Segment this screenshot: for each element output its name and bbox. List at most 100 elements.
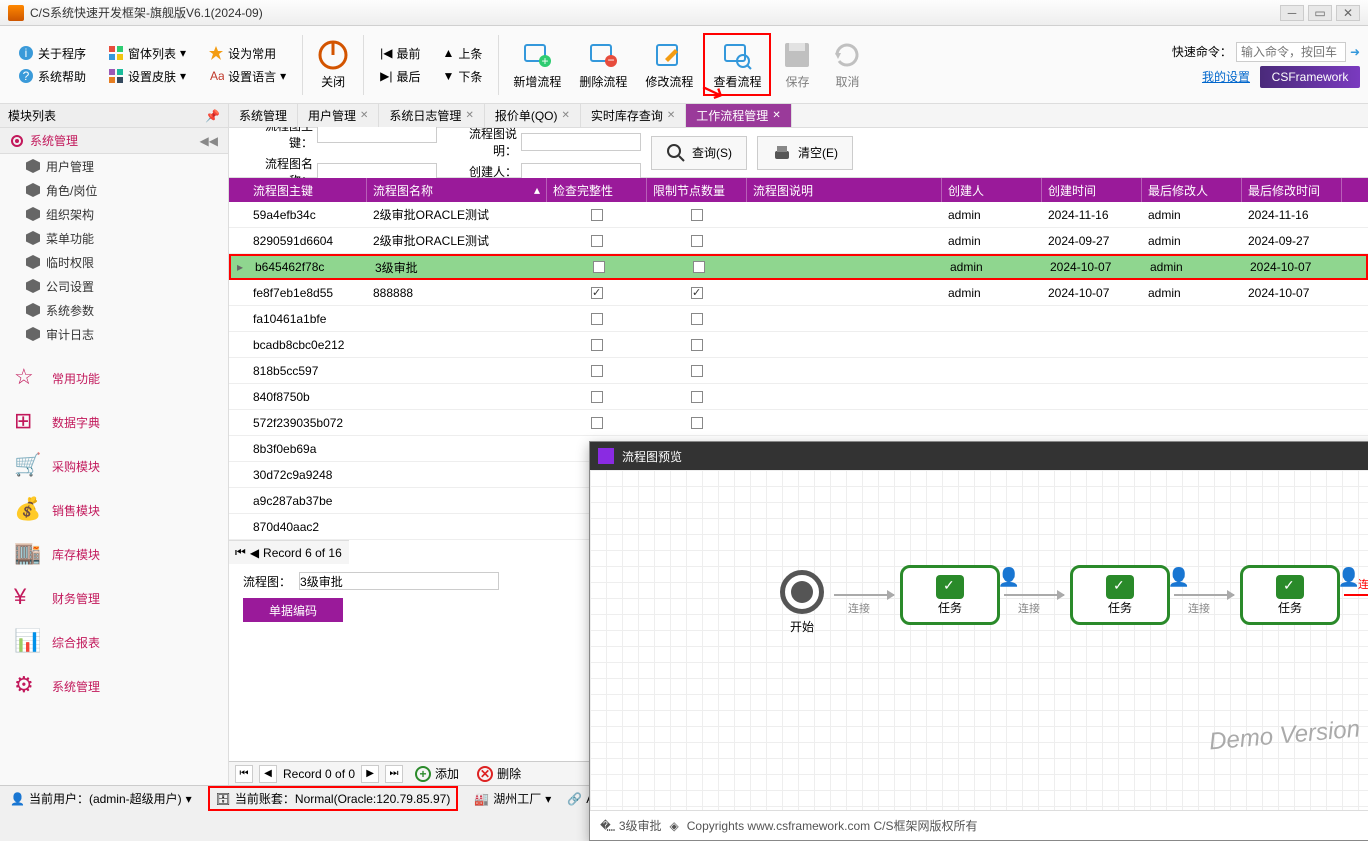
pager2-first[interactable]: ⏮ xyxy=(235,765,253,783)
checkbox[interactable] xyxy=(591,391,603,403)
checkbox[interactable] xyxy=(691,209,703,221)
table-row[interactable]: bcadb8cbc0e212 xyxy=(229,332,1368,358)
checkbox[interactable] xyxy=(591,313,603,325)
first-button[interactable]: |◀最前 xyxy=(374,43,426,64)
wf-task-node[interactable]: 👤任务 xyxy=(1070,565,1170,625)
pager-prev[interactable]: ◀ xyxy=(250,546,259,560)
last-button[interactable]: ▶|最后 xyxy=(374,66,426,87)
checkbox[interactable] xyxy=(691,365,703,377)
pager-first[interactable]: ⏮ xyxy=(235,545,246,560)
wf-start-node[interactable]: 开始 xyxy=(780,570,824,635)
clear-button[interactable]: 清空(E) xyxy=(757,136,853,170)
table-row[interactable]: ▸b645462f78c3级审批admin2024-10-07admin2024… xyxy=(229,254,1368,280)
save-button[interactable]: 保存 xyxy=(773,35,821,94)
tab[interactable]: 系统管理 xyxy=(229,104,298,127)
cancel-button[interactable]: 取消 xyxy=(823,35,871,94)
maximize-button[interactable]: ▭ xyxy=(1308,5,1332,21)
pager2-last[interactable]: ⏭ xyxy=(385,765,403,783)
search-button[interactable]: 查询(S) xyxy=(651,136,747,170)
table-row[interactable]: 59a4efb34c2级审批ORACLE测试admin2024-11-16adm… xyxy=(229,202,1368,228)
search-pk-input[interactable] xyxy=(317,125,437,143)
workflow-canvas[interactable]: 开始 连接 👤任务 连接 👤任务 连接 👤任务 连接 xyxy=(590,470,1368,810)
delete-button[interactable]: ✕删除 xyxy=(471,765,527,782)
flowname-input[interactable] xyxy=(299,572,499,590)
tab-close-icon[interactable]: ✕ xyxy=(562,110,570,121)
collapse-icon[interactable]: ◀◀ xyxy=(200,134,218,148)
checkbox[interactable] xyxy=(693,261,705,273)
sidebar-module[interactable]: ⊞数据字典 xyxy=(0,400,228,444)
close-button[interactable]: 关闭 xyxy=(309,35,357,94)
minimize-button[interactable]: ─ xyxy=(1280,5,1304,21)
tab-close-icon[interactable]: ✕ xyxy=(465,110,473,121)
prev-button[interactable]: ▲上条 xyxy=(436,43,488,64)
sidebar-module[interactable]: 📊综合报表 xyxy=(0,620,228,664)
wf-task-node[interactable]: 👤任务 xyxy=(900,565,1000,625)
docnum-button[interactable]: 单据编码 xyxy=(243,598,343,622)
quickcmd-input[interactable] xyxy=(1236,42,1346,62)
tab-close-icon[interactable]: ✕ xyxy=(360,110,368,121)
quickcmd-go-icon[interactable]: ➜ xyxy=(1350,45,1360,59)
sidebar-item[interactable]: 菜单功能 xyxy=(0,226,228,250)
sidebar-item[interactable]: 用户管理 xyxy=(0,154,228,178)
sidebar-module[interactable]: ¥财务管理 xyxy=(0,576,228,620)
sidebar-module[interactable]: ⚙系统管理 xyxy=(0,664,228,708)
close-window-button[interactable]: ✕ xyxy=(1336,5,1360,21)
sidebar-module[interactable]: ☆常用功能 xyxy=(0,356,228,400)
tab-close-icon[interactable]: ✕ xyxy=(667,110,675,121)
checkbox[interactable] xyxy=(691,417,703,429)
editflow-button[interactable]: 修改流程 xyxy=(637,35,701,94)
viewflow-button[interactable]: 查看流程 xyxy=(703,33,771,96)
addflow-button[interactable]: +新增流程 xyxy=(505,35,569,94)
checkbox[interactable] xyxy=(691,339,703,351)
checkbox[interactable] xyxy=(593,261,605,273)
preview-titlebar[interactable]: 流程图预览 ⇲ ❐ ⦿ xyxy=(590,442,1368,470)
table-row[interactable]: 840f8750b xyxy=(229,384,1368,410)
checkbox[interactable] xyxy=(691,391,703,403)
pin-icon[interactable]: 📌 xyxy=(205,109,220,123)
syshelp-button[interactable]: ?系统帮助 xyxy=(12,66,92,87)
sidebar-category[interactable]: 系统管理 ◀◀ xyxy=(0,128,228,154)
sidebar-module[interactable]: 🛒采购模块 xyxy=(0,444,228,488)
winlist-button[interactable]: 窗体列表 ▾ xyxy=(102,43,192,64)
status-factory[interactable]: 🏭湖州工厂▾ xyxy=(474,790,551,807)
table-row[interactable]: fe8f7eb1e8d55888888admin2024-10-07admin2… xyxy=(229,280,1368,306)
table-row[interactable]: fa10461a1bfe xyxy=(229,306,1368,332)
sidebar-item[interactable]: 审计日志 xyxy=(0,322,228,346)
status-account[interactable]: 🗄当前账套：Normal(Oracle:120.79.85.97) xyxy=(208,786,459,811)
pager2-prev[interactable]: ◀ xyxy=(259,765,277,783)
sidebar-module[interactable]: 🏬库存模块 xyxy=(0,532,228,576)
search-desc-input[interactable] xyxy=(521,133,641,151)
checkbox[interactable] xyxy=(691,287,703,299)
checkbox[interactable] xyxy=(591,209,603,221)
sidebar-item[interactable]: 角色/岗位 xyxy=(0,178,228,202)
setskin-button[interactable]: 设置皮肤 ▾ xyxy=(102,66,192,87)
tab[interactable]: 报价单(QO)✕ xyxy=(485,104,581,127)
status-user[interactable]: 👤当前用户：(admin-超级用户)▾ xyxy=(10,790,192,807)
tab[interactable]: 系统日志管理✕ xyxy=(379,104,484,127)
mysettings-link[interactable]: 我的设置 xyxy=(1202,68,1250,85)
wf-task-node[interactable]: 👤任务 xyxy=(1240,565,1340,625)
table-row[interactable]: 572f239035b072 xyxy=(229,410,1368,436)
sidebar-item[interactable]: 组织架构 xyxy=(0,202,228,226)
sidebar-item[interactable]: 公司设置 xyxy=(0,274,228,298)
tab-close-icon[interactable]: ✕ xyxy=(772,110,780,121)
setcommon-button[interactable]: 设为常用 xyxy=(202,43,292,64)
sidebar-item[interactable]: 临时权限 xyxy=(0,250,228,274)
checkbox[interactable] xyxy=(691,313,703,325)
add-button[interactable]: +添加 xyxy=(409,765,465,782)
tab[interactable]: 工作流程管理✕ xyxy=(686,104,791,127)
checkbox[interactable] xyxy=(591,287,603,299)
checkbox[interactable] xyxy=(591,235,603,247)
pager2-next[interactable]: ▶ xyxy=(361,765,379,783)
checkbox[interactable] xyxy=(591,365,603,377)
delflow-button[interactable]: −删除流程 xyxy=(571,35,635,94)
sidebar-module[interactable]: 💰销售模块 xyxy=(0,488,228,532)
tab[interactable]: 实时库存查询✕ xyxy=(581,104,686,127)
table-row[interactable]: 818b5cc597 xyxy=(229,358,1368,384)
checkbox[interactable] xyxy=(691,235,703,247)
tab[interactable]: 用户管理✕ xyxy=(298,104,379,127)
next-button[interactable]: ▼下条 xyxy=(436,66,488,87)
sidebar-item[interactable]: 系统参数 xyxy=(0,298,228,322)
table-row[interactable]: 8290591d66042级审批ORACLE测试admin2024-09-27a… xyxy=(229,228,1368,254)
checkbox[interactable] xyxy=(591,417,603,429)
